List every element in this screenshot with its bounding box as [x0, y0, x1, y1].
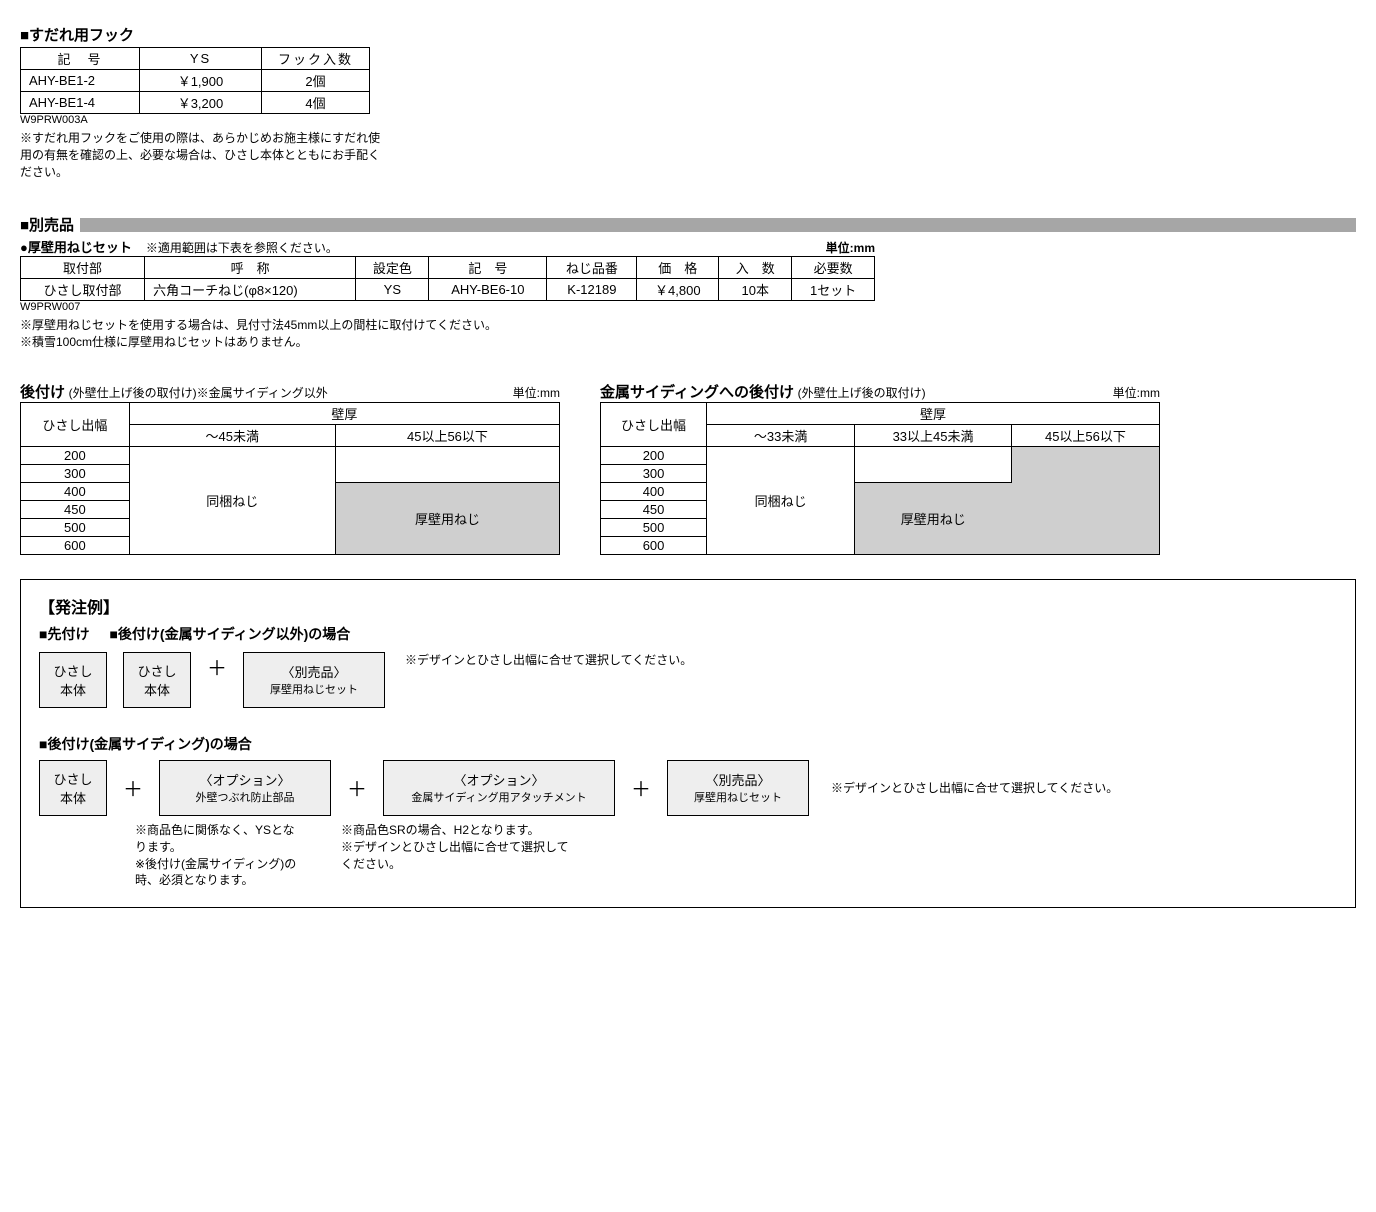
- hook-code-1: AHY-BE1-4: [21, 92, 140, 114]
- hook-th-price: YS: [139, 48, 261, 70]
- hook-table: 記 号 YS フック入数 AHY-BE1-2 ￥1,900 2個 AHY-BE1…: [20, 47, 370, 114]
- chip-body-3: ひさし 本体: [39, 760, 107, 816]
- tl-cell-a: 同梱ねじ: [129, 446, 335, 554]
- ss-th-0: 取付部: [21, 257, 145, 279]
- tl-r2: 400: [21, 482, 130, 500]
- ss-th-3: 記 号: [429, 257, 547, 279]
- separate-title-bar: ■別売品: [20, 214, 1356, 235]
- hook-th-code: 記 号: [21, 48, 140, 70]
- ss-note1: ※厚壁用ねじセットを使用する場合は、見付寸法45mm以上の間柱に取付けてください…: [20, 317, 1356, 334]
- right-block: 金属サイディングへの後付け (外壁仕上げ後の取付け) 単位:mm ひさし出幅 壁…: [600, 381, 1160, 555]
- tr-table: ひさし出幅 壁厚 ～33未満 33以上45未満 45以上56以下 200 同梱ね…: [600, 402, 1160, 555]
- tl-title-sub: (外壁仕上げ後の取付け)※金属サイディング以外: [69, 386, 328, 400]
- tr-r2: 400: [601, 482, 707, 500]
- chip-opt-2: 〈オプション〉 外壁つぶれ防止部品: [159, 760, 331, 816]
- hook-qty-1: 4個: [262, 92, 370, 114]
- ss-th-4: ねじ品番: [547, 257, 637, 279]
- plus-1: ＋: [207, 652, 227, 681]
- hook-note: ※すだれ用フックをご使用の際は、あらかじめお施主様にすだれ使用の有無を確認の上、…: [20, 130, 390, 180]
- tr-colgroup: 壁厚: [707, 402, 1160, 424]
- tr-cell-empty-mid: [855, 446, 1012, 482]
- tr-r5: 600: [601, 536, 707, 554]
- separate-title: ■別売品: [20, 214, 74, 235]
- tr-title: 金属サイディングへの後付け: [600, 384, 794, 401]
- hook-price-1: ￥3,200: [139, 92, 261, 114]
- order-line2-right-note: ※デザインとひさし出幅に合せて選択してください。: [831, 780, 1118, 797]
- ss-ref: W9PRW007: [20, 301, 1356, 313]
- left-block: 後付け (外壁仕上げ後の取付け)※金属サイディング以外 単位:mm ひさし出幅 …: [20, 381, 560, 555]
- tl-unit: 単位:mm: [513, 384, 560, 401]
- order-line1-a: ■先付け: [39, 624, 89, 644]
- ss-price: ￥4,800: [637, 279, 719, 301]
- tl-r0: 200: [21, 446, 130, 464]
- chip-opt-3: 〈オプション〉 金属サイディング用アタッチメント: [383, 760, 615, 816]
- hook-price-0: ￥1,900: [139, 70, 261, 92]
- screwset-subnote: ※適用範囲は下表を参照ください。: [146, 239, 338, 256]
- ss-code: AHY-BE6-10: [429, 279, 547, 301]
- ss-th-2: 設定色: [356, 257, 429, 279]
- order-foot-a: ※商品色に関係なく、YSとなります。 ※後付け(金属サイディング)の時、必須とな…: [135, 822, 305, 889]
- ss-th-5: 価 格: [637, 257, 719, 279]
- tr-cell-b: 厚壁用ねじ: [855, 482, 1012, 554]
- tr-unit: 単位:mm: [1113, 384, 1160, 401]
- ss-need: 1セット: [792, 279, 875, 301]
- order-line1-b: ■後付け(金属サイディング以外)の場合: [109, 624, 350, 644]
- screwset-unit: 単位:mm: [826, 239, 875, 256]
- tl-table: ひさし出幅 壁厚 ～45未満 45以上56以下 200 同梱ねじ 300 400…: [20, 402, 560, 555]
- order-line1-note: ※デザインとひさし出幅に合せて選択してください。: [405, 652, 692, 669]
- tl-r3: 450: [21, 500, 130, 518]
- ss-th-1: 呼 称: [145, 257, 356, 279]
- tl-rowhead: ひさし出幅: [21, 402, 130, 446]
- plus-2: ＋: [123, 773, 143, 802]
- ss-screw: K-12189: [547, 279, 637, 301]
- order-heading: 【発注例】: [39, 594, 1337, 618]
- tl-r1: 300: [21, 464, 130, 482]
- hook-ref: W9PRW003A: [20, 114, 1356, 126]
- tr-rowhead: ひさし出幅: [601, 402, 707, 446]
- tr-col-2: 45以上56以下: [1011, 424, 1159, 446]
- ss-part: ひさし取付部: [21, 279, 145, 301]
- tl-cell-b: 厚壁用ねじ: [335, 482, 559, 554]
- screwset-table: 取付部 呼 称 設定色 記 号 ねじ品番 価 格 入 数 必要数 ひさし取付部 …: [20, 256, 875, 301]
- tr-r0: 200: [601, 446, 707, 464]
- ss-qty: 10本: [719, 279, 792, 301]
- hook-title: ■すだれ用フック: [20, 24, 1356, 45]
- ss-th-7: 必要数: [792, 257, 875, 279]
- hook-qty-0: 2個: [262, 70, 370, 92]
- chip-body-1: ひさし 本体: [39, 652, 107, 708]
- tl-colgroup: 壁厚: [129, 402, 559, 424]
- tr-col-1: 33以上45未満: [855, 424, 1012, 446]
- tl-col-0: ～45未満: [129, 424, 335, 446]
- tr-r3: 450: [601, 500, 707, 518]
- chip-opt-1: 〈別売品〉 厚壁用ねじセット: [243, 652, 385, 708]
- tl-r4: 500: [21, 518, 130, 536]
- order-line2-title: ■後付け(金属サイディング)の場合: [39, 734, 1337, 754]
- tr-r4: 500: [601, 518, 707, 536]
- plus-3: ＋: [347, 773, 367, 802]
- tl-r5: 600: [21, 536, 130, 554]
- tr-r1: 300: [601, 464, 707, 482]
- ss-note2: ※積雪100cm仕様に厚壁用ねじセットはありません。: [20, 334, 1356, 351]
- tl-col-1: 45以上56以下: [335, 424, 559, 446]
- chip-opt-4: 〈別売品〉 厚壁用ねじセット: [667, 760, 809, 816]
- plus-4: ＋: [631, 773, 651, 802]
- order-foot-b: ※商品色SRの場合、H2となります。 ※デザインとひさし出幅に合せて選択してくだ…: [341, 822, 571, 872]
- ss-name: 六角コーチねじ(φ8×120): [145, 279, 356, 301]
- order-box: 【発注例】 ■先付け ■後付け(金属サイディング以外)の場合 ひさし 本体 ひさ…: [20, 579, 1356, 908]
- tr-cell-b-right: [1011, 446, 1159, 554]
- hook-code-0: AHY-BE1-2: [21, 70, 140, 92]
- chip-body-2: ひさし 本体: [123, 652, 191, 708]
- tr-col-0: ～33未満: [707, 424, 855, 446]
- ss-color: YS: [356, 279, 429, 301]
- hook-th-qty: フック入数: [262, 48, 370, 70]
- tl-cell-empty1: [335, 446, 559, 482]
- tl-title: 後付け: [20, 384, 65, 401]
- ss-th-6: 入 数: [719, 257, 792, 279]
- screwset-subtitle: ●厚壁用ねじセット: [20, 237, 132, 256]
- tr-title-sub: (外壁仕上げ後の取付け): [798, 386, 926, 400]
- tr-cell-a: 同梱ねじ: [707, 446, 855, 554]
